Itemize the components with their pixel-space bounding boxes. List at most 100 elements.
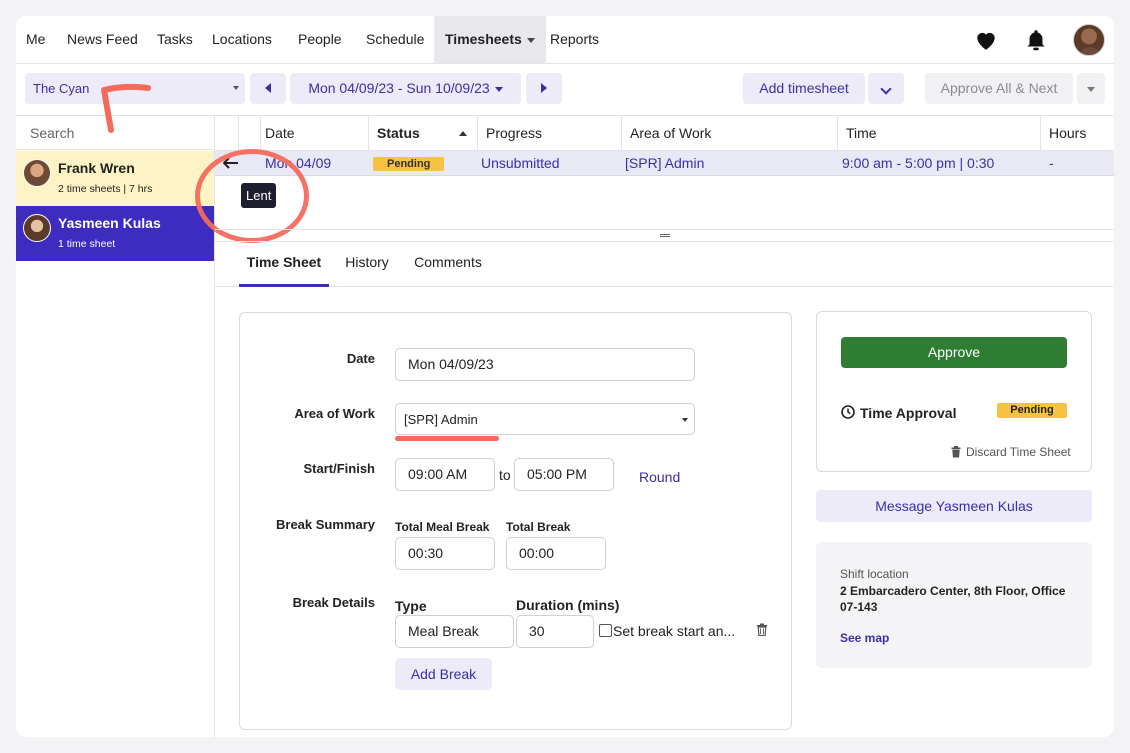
person-name: Frank Wren <box>58 160 135 176</box>
top-nav: Me News Feed Tasks Locations People Sche… <box>16 16 1114 64</box>
header-progress[interactable]: Progress <box>477 116 621 151</box>
break-type-field[interactable]: Meal Break <box>395 615 514 648</box>
drag-handle-icon <box>660 234 670 237</box>
total-meal-break-label: Total Meal Break <box>395 520 490 534</box>
person-item-yasmeen-kulas[interactable]: Yasmeen Kulas 1 time sheet <box>16 206 214 261</box>
person-item-frank-wren[interactable]: Frank Wren 2 time sheets | 7 hrs <box>16 151 214 206</box>
trash-icon[interactable] <box>756 623 768 636</box>
round-link[interactable]: Round <box>639 469 680 485</box>
chevron-down-icon <box>526 37 535 43</box>
time-approval-label: Time Approval <box>860 405 957 421</box>
header-hours[interactable]: Hours <box>1040 116 1114 151</box>
header-time[interactable]: Time <box>837 116 1040 151</box>
chevron-right-icon <box>541 83 547 93</box>
bell-icon[interactable] <box>1023 27 1049 53</box>
user-avatar[interactable] <box>1073 24 1105 56</box>
row-area: [SPR] Admin <box>625 155 705 171</box>
date-range-select[interactable]: Mon 04/09/23 - Sun 10/09/23 <box>290 73 521 104</box>
set-break-start-checkbox[interactable] <box>599 624 612 637</box>
table-row[interactable]: Mon 04/09 Pending Unsubmitted [SPR] Admi… <box>215 151 1114 176</box>
area-of-work-value: [SPR] Admin <box>404 412 478 427</box>
status-badge: Pending <box>997 403 1067 418</box>
heart-icon[interactable] <box>973 27 999 53</box>
nav-people[interactable]: People <box>298 16 342 63</box>
chevron-down-icon <box>233 86 239 90</box>
area-of-work-select[interactable]: [SPR] Admin <box>395 403 695 435</box>
person-name: Yasmeen Kulas <box>58 215 161 231</box>
detail-tabs: Time Sheet History Comments <box>215 242 1114 287</box>
break-duration-label: Duration (mins) <box>516 597 620 613</box>
tab-comments[interactable]: Comments <box>408 242 488 287</box>
header-date[interactable]: Date <box>260 116 368 151</box>
add-break-button[interactable]: Add Break <box>395 658 492 690</box>
row-hours: - <box>1049 155 1054 171</box>
app-window: Me News Feed Tasks Locations People Sche… <box>16 16 1114 737</box>
break-duration-field[interactable]: 30 <box>516 615 594 648</box>
nav-timesheets-label: Timesheets <box>445 31 522 47</box>
sort-ascending-icon <box>459 131 467 136</box>
trash-icon <box>951 446 961 458</box>
chevron-down-icon <box>1087 86 1095 92</box>
annotation-mark <box>101 83 151 133</box>
date-range-label: Mon 04/09/23 - Sun 10/09/23 <box>308 80 490 96</box>
break-details-label: Break Details <box>292 595 375 610</box>
see-map-link[interactable]: See map <box>840 631 889 645</box>
approve-button[interactable]: Approve <box>841 337 1067 368</box>
person-summary: 2 time sheets | 7 hrs <box>58 183 153 195</box>
add-timesheet-button[interactable]: Add timesheet <box>743 73 865 104</box>
date-label: Date <box>346 351 375 366</box>
total-break-field[interactable]: 00:00 <box>506 537 606 570</box>
discard-timesheet-link[interactable]: Discard Time Sheet <box>966 445 1071 459</box>
resize-handle[interactable] <box>215 229 1114 242</box>
nav-reports[interactable]: Reports <box>550 16 599 63</box>
nav-timesheets[interactable]: Timesheets <box>434 16 546 63</box>
toolbar: The Cyan Mon 04/09/23 - Sun 10/09/23 Add… <box>16 64 1114 116</box>
start-time-field[interactable]: 09:00 AM <box>395 458 495 491</box>
approve-all-next-button[interactable]: Approve All & Next <box>925 73 1073 104</box>
chevron-left-icon <box>265 83 271 93</box>
tab-history[interactable]: History <box>339 242 395 287</box>
header-area-of-work[interactable]: Area of Work <box>621 116 837 151</box>
nav-tasks[interactable]: Tasks <box>157 16 193 63</box>
prev-week-button[interactable] <box>250 73 286 104</box>
avatar <box>23 214 51 242</box>
avatar <box>23 159 51 187</box>
message-employee-button[interactable]: Message Yasmeen Kulas <box>816 490 1092 522</box>
nav-news-feed[interactable]: News Feed <box>67 16 138 63</box>
shift-location-card: Shift location 2 Embarcadero Center, 8th… <box>816 542 1092 668</box>
approve-menu-button[interactable] <box>1077 73 1105 104</box>
nav-me[interactable]: Me <box>26 16 45 63</box>
header-spacer <box>238 116 260 151</box>
tab-time-sheet[interactable]: Time Sheet <box>239 242 329 287</box>
row-progress: Unsubmitted <box>481 155 560 171</box>
total-meal-break-field[interactable]: 00:30 <box>395 537 495 570</box>
next-week-button[interactable] <box>526 73 562 104</box>
person-summary: 1 time sheet <box>58 238 116 250</box>
start-finish-label: Start/Finish <box>303 461 375 476</box>
clock-icon <box>841 405 855 419</box>
add-timesheet-menu-button[interactable] <box>868 73 904 104</box>
row-time: 9:00 am - 5:00 pm | 0:30 <box>842 155 995 171</box>
annotation-underline <box>395 436 499 441</box>
break-type-label: Type <box>395 598 427 614</box>
header-status[interactable]: Status <box>368 116 477 151</box>
shift-location-address: 2 Embarcadero Center, 8th Floor, Office … <box>840 584 1066 614</box>
table-header: Date Status Progress Area of Work Time H… <box>215 116 1114 151</box>
finish-time-field[interactable]: 05:00 PM <box>514 458 614 491</box>
chevron-down-icon <box>682 418 688 422</box>
chevron-down-icon <box>880 83 892 95</box>
area-of-work-label: Area of Work <box>294 406 375 421</box>
nav-locations[interactable]: Locations <box>212 16 272 63</box>
nav-schedule[interactable]: Schedule <box>366 16 424 63</box>
status-badge: Pending <box>373 157 445 171</box>
header-status-label: Status <box>377 125 420 141</box>
total-break-label: Total Break <box>506 520 571 534</box>
to-text: to <box>499 467 511 483</box>
date-field[interactable]: Mon 04/09/23 <box>395 348 695 381</box>
people-sidebar: Search Frank Wren 2 time sheets | 7 hrs … <box>16 116 215 737</box>
chevron-down-icon <box>494 86 503 92</box>
break-summary-label: Break Summary <box>276 517 375 532</box>
shift-location-label: Shift location <box>840 567 909 581</box>
timesheet-form: Date Mon 04/09/23 Area of Work [SPR] Adm… <box>239 312 792 730</box>
location-select-value: The Cyan <box>33 81 90 96</box>
